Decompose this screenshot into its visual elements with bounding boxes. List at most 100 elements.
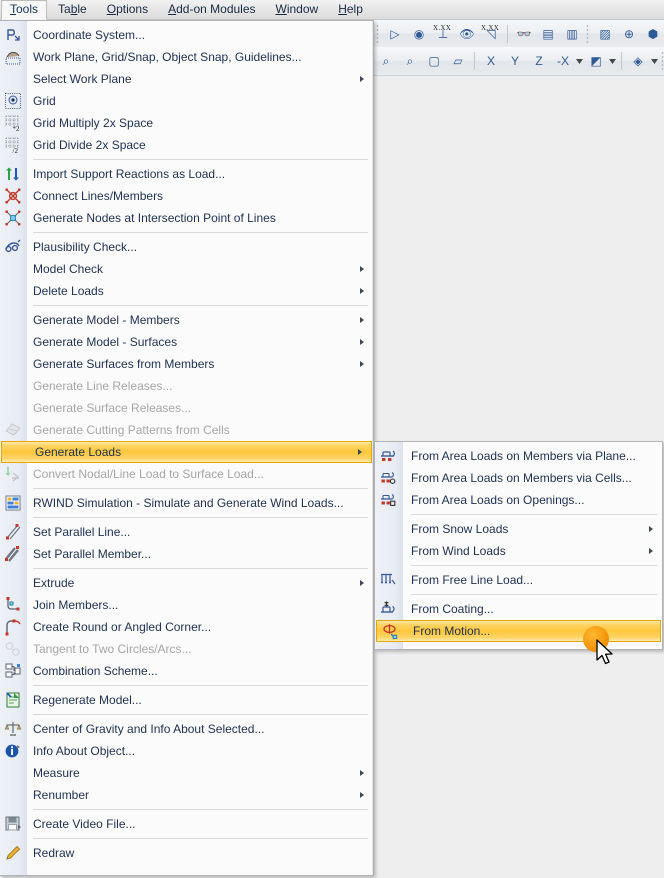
menu-item-generate-model-surfaces[interactable]: Generate Model - Surfaces bbox=[0, 331, 373, 353]
menu-item-center-of-gravity-and-info-about-selected[interactable]: Center of Gravity and Info About Selecte… bbox=[0, 718, 373, 740]
submenu-arrow-icon bbox=[360, 792, 364, 798]
view-z-icon[interactable]: Z bbox=[528, 50, 550, 72]
work-plane-icon[interactable]: ▨ bbox=[594, 23, 616, 45]
menu-item-label: Generate Cutting Patterns from Cells bbox=[33, 423, 230, 437]
menu-item-from-area-loads-on-members-via-cells[interactable]: From Area Loads on Members via Cells... bbox=[375, 467, 662, 489]
menubar-item-table[interactable]: Table bbox=[49, 0, 96, 20]
submenu-arrow-icon bbox=[360, 76, 364, 82]
menu-item-from-coating[interactable]: From Coating... bbox=[375, 598, 662, 620]
menu-item-grid[interactable]: Grid bbox=[0, 90, 373, 112]
menu-item-set-parallel-member[interactable]: Set Parallel Member... bbox=[0, 543, 373, 565]
support-render2-icon[interactable]: ▥ bbox=[561, 23, 583, 45]
menu-item-from-snow-loads[interactable]: From Snow Loads bbox=[375, 518, 662, 540]
menu-item-delete-loads[interactable]: Delete Loads bbox=[0, 280, 373, 302]
menu-item-create-video-file[interactable]: Create Video File... bbox=[0, 813, 373, 835]
cutting-pattern-icon bbox=[4, 421, 22, 439]
menu-item-label: From Area Loads on Members via Cells... bbox=[411, 471, 632, 485]
menu-item-set-parallel-line[interactable]: Set Parallel Line... bbox=[0, 521, 373, 543]
menu-item-label: Set Parallel Member... bbox=[33, 547, 152, 561]
menu-item-coordinate-system[interactable]: Coordinate System... bbox=[0, 24, 373, 46]
menu-item-from-area-loads-on-members-via-plane[interactable]: From Area Loads on Members via Plane... bbox=[375, 445, 662, 467]
menu-item-combination-scheme[interactable]: Combination Scheme... bbox=[0, 660, 373, 682]
glasses-icon[interactable]: 👓 bbox=[513, 23, 535, 45]
menu-separator bbox=[33, 232, 368, 233]
toolbar-drag-grip[interactable] bbox=[586, 23, 589, 44]
node-support-icon[interactable]: ◉ bbox=[408, 23, 430, 45]
menu-item-connect-lines-members[interactable]: Connect Lines/Members bbox=[0, 185, 373, 207]
menu-item-extrude[interactable]: Extrude bbox=[0, 572, 373, 594]
menu-item-rwind-simulation-simulate-and-generate-wind-loads[interactable]: RWIND Simulation - Simulate and Generate… bbox=[0, 492, 373, 514]
submenu-arrow-icon bbox=[358, 449, 362, 455]
menu-separator bbox=[33, 838, 368, 839]
intersection-node-icon bbox=[4, 209, 22, 227]
coordinate-system-icon bbox=[4, 26, 22, 44]
support-render-icon[interactable]: ▤ bbox=[537, 23, 559, 45]
render-arrow-icon[interactable]: ▷ bbox=[384, 23, 406, 45]
view-dropdown-arrow[interactable] bbox=[575, 50, 584, 72]
menubar-item-window[interactable]: Window bbox=[267, 0, 328, 20]
tools-dropdown-menu[interactable]: Coordinate System... Work Plane, Grid/Sna… bbox=[0, 20, 374, 876]
menubar-item-tools[interactable]: Tools bbox=[1, 0, 48, 20]
submenu-arrow-icon bbox=[360, 361, 364, 367]
snap-grid-icon[interactable]: ⊕ bbox=[618, 23, 640, 45]
menu-item-label: From Coating... bbox=[411, 602, 494, 616]
menu-item-info-about-object[interactable]: Info About Object... bbox=[0, 740, 373, 762]
zoom-window-icon[interactable]: ⌕ bbox=[375, 50, 397, 72]
zoom-out-icon[interactable]: ⌕ bbox=[399, 50, 421, 72]
submenu-arrow-icon bbox=[649, 548, 653, 554]
toolbar-drag-grip[interactable] bbox=[376, 23, 379, 44]
menubar-item-options[interactable]: Options bbox=[98, 0, 157, 20]
view-x-icon[interactable]: X bbox=[480, 50, 502, 72]
view-3d-icon[interactable]: ▱ bbox=[447, 50, 469, 72]
menu-item-label: Renumber bbox=[33, 788, 90, 802]
view-negx-icon[interactable]: -X bbox=[552, 50, 574, 72]
visibility-arrow[interactable] bbox=[650, 50, 659, 72]
visibility-icon[interactable]: ◈ bbox=[627, 50, 649, 72]
dimension-x-icon[interactable]: X.XX ⊥ bbox=[432, 23, 454, 45]
menu-item-plausibility-check[interactable]: Plausibility Check... bbox=[0, 236, 373, 258]
menu-item-join-members[interactable]: Join Members... bbox=[0, 594, 373, 616]
menu-item-from-area-loads-on-openings[interactable]: From Area Loads on Openings... bbox=[375, 489, 662, 511]
menu-item-import-support-reactions-as-load[interactable]: Import Support Reactions as Load... bbox=[0, 163, 373, 185]
zoom-all-icon[interactable]: ▢ bbox=[423, 50, 445, 72]
view-eye-icon[interactable]: 👁 bbox=[456, 23, 478, 45]
menu-item-work-plane-grid-snap-object-snap-guidelines[interactable]: Work Plane, Grid/Snap, Object Snap, Guid… bbox=[0, 46, 373, 68]
menu-item-label: Generate Line Releases... bbox=[33, 379, 173, 393]
menu-item-generate-nodes-at-intersection-point-of-lines[interactable]: Generate Nodes at Intersection Point of … bbox=[0, 207, 373, 229]
menu-item-from-wind-loads[interactable]: From Wind Loads bbox=[375, 540, 662, 562]
menu-item-renumber[interactable]: Renumber bbox=[0, 784, 373, 806]
render-dropdown-arrow[interactable] bbox=[608, 50, 617, 72]
menu-item-generate-loads[interactable]: Generate Loads bbox=[1, 441, 372, 463]
toolbar-separator bbox=[507, 24, 508, 43]
menu-item-regenerate-model[interactable]: Regenerate Model... bbox=[0, 689, 373, 711]
menu-item-model-check[interactable]: Model Check bbox=[0, 258, 373, 280]
menu-item-generate-model-members[interactable]: Generate Model - Members bbox=[0, 309, 373, 331]
menu-item-grid-multiply-2x-space[interactable]: *2 Grid Multiply 2x Space bbox=[0, 112, 373, 134]
generate-loads-submenu[interactable]: From Area Loads on Members via Plane... F… bbox=[374, 441, 663, 650]
menubar-item-add-on-modules[interactable]: Add-on Modules bbox=[159, 0, 264, 20]
menu-item-label: From Free Line Load... bbox=[411, 573, 534, 587]
toolbar-row-2: ⌕ ⌕ ▢ ▱ X Y Z -X ◩ ◈ bbox=[374, 47, 664, 76]
info-object-icon bbox=[4, 742, 22, 760]
menu-item-redraw[interactable]: Redraw bbox=[0, 842, 373, 864]
menu-item-create-round-or-angled-corner[interactable]: Create Round or Angled Corner... bbox=[0, 616, 373, 638]
dimension-slope-icon[interactable]: X.XX ◹ bbox=[480, 23, 502, 45]
menu-item-label: Generate Model - Surfaces bbox=[33, 335, 178, 349]
menu-item-generate-surfaces-from-members[interactable]: Generate Surfaces from Members bbox=[0, 353, 373, 375]
menu-item-grid-divide-2x-space[interactable]: /2 Grid Divide 2x Space bbox=[0, 134, 373, 156]
menu-item-generate-cutting-patterns-from-cells: Generate Cutting Patterns from Cells bbox=[0, 419, 373, 441]
menu-item-label: Work Plane, Grid/Snap, Object Snap, Guid… bbox=[33, 50, 302, 64]
grid-divide-icon: /2 bbox=[4, 136, 22, 154]
menu-item-from-free-line-load[interactable]: From Free Line Load... bbox=[375, 569, 662, 591]
render-mode-icon[interactable]: ◩ bbox=[585, 50, 607, 72]
menu-item-select-work-plane[interactable]: Select Work Plane bbox=[0, 68, 373, 90]
submenu-arrow-icon bbox=[360, 288, 364, 294]
object-snap-icon[interactable]: ⬢ bbox=[642, 23, 664, 45]
toolbar-separator bbox=[621, 52, 622, 70]
menu-item-measure[interactable]: Measure bbox=[0, 762, 373, 784]
menubar-item-help[interactable]: Help bbox=[329, 0, 372, 20]
menu-item-from-motion[interactable]: From Motion... bbox=[376, 620, 661, 642]
application-window: Tools Table Options Add-on Modules Window Hel… bbox=[0, 0, 664, 878]
view-y-icon[interactable]: Y bbox=[504, 50, 526, 72]
menu-item-label: Model Check bbox=[33, 262, 104, 276]
